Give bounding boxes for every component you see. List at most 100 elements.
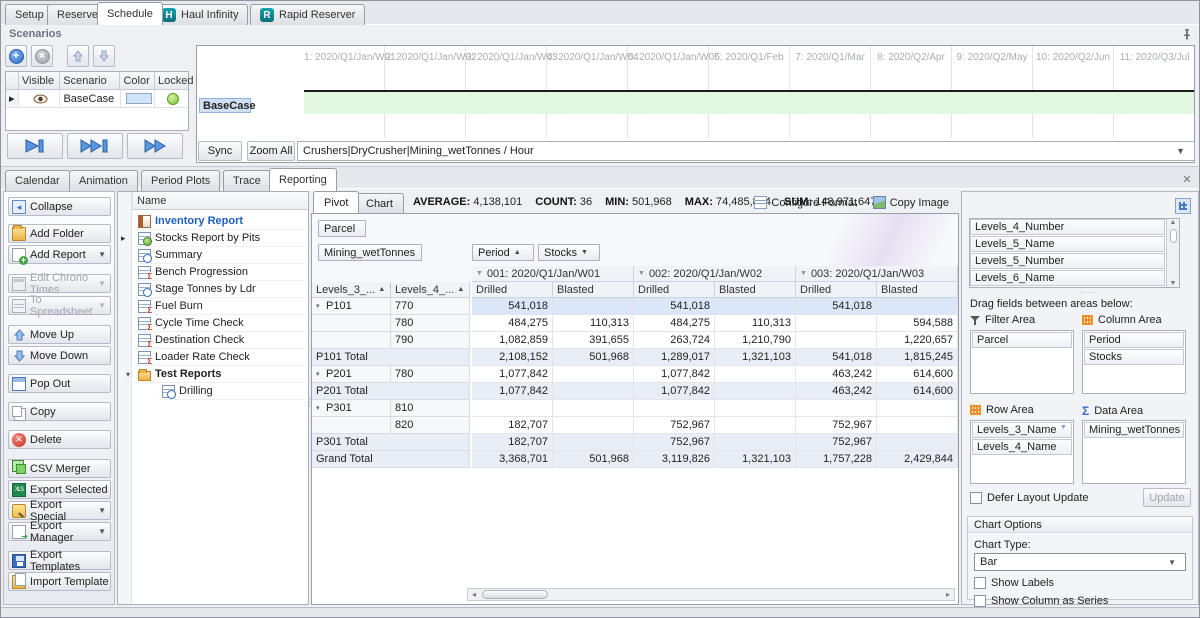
column-area-box[interactable]: Period Stocks [1082, 330, 1186, 394]
move-down-button[interactable]: Move Down [8, 346, 111, 365]
pivot-cell[interactable] [715, 417, 796, 434]
pin-icon[interactable] [1181, 28, 1193, 40]
subcolumn-blasted[interactable]: Blasted [715, 282, 796, 298]
pivot-cell[interactable]: 110,313 [553, 315, 634, 332]
tree-item-stage-tonnes[interactable]: Stage Tonnes by Ldr [134, 281, 306, 298]
row-header-l4[interactable]: 820 [391, 417, 470, 434]
delete-button[interactable]: ✕Delete [8, 430, 111, 449]
period-header[interactable]: 11: 2020/Q3/Jul [1114, 52, 1194, 63]
export-special-button[interactable]: Export Special▼ [8, 501, 111, 520]
locked-indicator-icon[interactable] [167, 93, 179, 105]
pivot-cell[interactable]: 1,220,657 [877, 332, 958, 349]
row-header-grand-total[interactable]: Grand Total [312, 451, 470, 468]
tree-item-test-reports[interactable]: ▾Test Reports [122, 366, 306, 383]
row-header-l3[interactable] [312, 315, 391, 332]
pivot-cell[interactable]: 752,967 [796, 434, 877, 451]
col-scenario[interactable]: Scenario [60, 72, 120, 90]
scenario-up-button[interactable] [67, 45, 89, 67]
pivot-cell[interactable]: 463,242 [796, 383, 877, 400]
scroll-up-icon[interactable]: ▲ [1170, 219, 1177, 226]
pivot-cell[interactable]: 2,108,152 [472, 349, 553, 366]
tree-item-summary[interactable]: Summary [134, 247, 306, 264]
defer-checkbox[interactable] [970, 492, 982, 504]
pivot-cell[interactable] [877, 434, 958, 451]
row-header-total[interactable]: P301 Total [312, 434, 470, 451]
tab-schedule[interactable]: Schedule [97, 2, 163, 25]
pivot-cell[interactable] [796, 332, 877, 349]
row-field-levels3-header[interactable]: Levels_3_...▲ [312, 282, 391, 298]
scenario-name-cell[interactable]: BaseCase [60, 90, 120, 108]
tab-trace[interactable]: Trace [223, 170, 271, 191]
row-header-l4[interactable]: 780 [391, 315, 470, 332]
tree-item-inventory-report[interactable]: Inventory Report [134, 213, 306, 230]
period-header[interactable]: 8: 2020/Q2/Apr [871, 52, 951, 63]
pivot-cell[interactable]: 1,082,859 [472, 332, 553, 349]
pivot-cell[interactable]: 541,018 [796, 349, 877, 366]
tab-animation[interactable]: Animation [69, 170, 138, 191]
row-header-total[interactable]: P201 Total [312, 383, 470, 400]
pivot-cell[interactable] [553, 417, 634, 434]
pivot-cell[interactable] [877, 298, 958, 315]
row-header-l4[interactable]: 790 [391, 332, 470, 349]
chevron-down-icon[interactable]: ▼ [98, 250, 106, 259]
pivot-cell[interactable]: 614,600 [877, 366, 958, 383]
pivot-cell[interactable] [715, 366, 796, 383]
to-spreadsheet-button[interactable]: To Spreadsheet▼ [8, 296, 111, 315]
pivot-cell[interactable]: 484,275 [472, 315, 553, 332]
row-header-l3[interactable]: ▾P101 [312, 298, 391, 315]
scroll-down-icon[interactable]: ▼ [1170, 280, 1177, 287]
row-header-l4[interactable]: 810 [391, 400, 470, 417]
color-cell[interactable] [121, 90, 156, 108]
filter-icon[interactable] [1060, 426, 1069, 434]
period-header[interactable]: 7: 2020/Q1/Mar [790, 52, 870, 63]
import-template-button[interactable]: Import Template [8, 572, 111, 591]
pivot-cell[interactable]: 1,289,017 [634, 349, 715, 366]
pivot-cell[interactable] [553, 298, 634, 315]
period-header[interactable]: 2: 2020/Q1/Jan/W02 [385, 52, 465, 63]
pivot-cell[interactable] [715, 400, 796, 417]
pivot-cell[interactable]: 752,967 [796, 417, 877, 434]
pivot-cell[interactable]: 3,368,701 [472, 451, 553, 468]
subcolumn-blasted[interactable]: Blasted [877, 282, 958, 298]
chart-type-select[interactable]: Bar ▼ [974, 553, 1186, 571]
show-labels-option[interactable]: Show Labels [974, 577, 1054, 589]
tab-haul-infinity[interactable]: H Haul Infinity [152, 4, 248, 25]
area-field-mining-wettonnes[interactable]: Mining_wetTonnes [1084, 422, 1184, 438]
add-report-button[interactable]: Add Report▼ [8, 245, 111, 264]
pivot-cell[interactable]: 541,018 [634, 298, 715, 315]
vertical-scrollbar[interactable]: ▲▼ [1166, 219, 1179, 287]
pivot-cell[interactable]: 2,429,844 [877, 451, 958, 468]
series-combobox[interactable]: Crushers|DryCrusher|Mining_wetTonnes / H… [297, 141, 1195, 161]
pivot-cell[interactable]: 110,313 [715, 315, 796, 332]
pivot-cell[interactable]: 594,588 [877, 315, 958, 332]
pivot-cell[interactable]: 752,967 [634, 434, 715, 451]
pivot-cell[interactable]: 182,707 [472, 434, 553, 451]
period-header[interactable]: 6: 2020/Q1/Feb [709, 52, 789, 63]
row-header-l3[interactable] [312, 417, 391, 434]
pivot-cell[interactable] [553, 366, 634, 383]
delete-scenario-button[interactable]: × [31, 45, 53, 67]
export-manager-button[interactable]: Export Manager▼ [8, 522, 111, 541]
row-header-l4[interactable]: 770 [391, 298, 470, 315]
tab-period-plots[interactable]: Period Plots [141, 170, 220, 191]
col-color[interactable]: Color [120, 72, 155, 90]
color-swatch[interactable] [126, 93, 152, 104]
pivot-cell[interactable]: 752,967 [634, 417, 715, 434]
pivot-cell[interactable] [472, 400, 553, 417]
add-folder-button[interactable]: Add Folder [8, 224, 111, 243]
resize-handle[interactable]: ····· [1080, 288, 1098, 297]
field-item[interactable]: Levels_5_Name [970, 236, 1165, 252]
field-item[interactable]: Levels_4_Number [970, 219, 1165, 235]
period-header[interactable]: 3: 2020/Q1/Jan/W03 [466, 52, 546, 63]
add-scenario-button[interactable]: + [5, 45, 27, 67]
scenario-row[interactable]: ▸ BaseCase [6, 90, 188, 108]
pivot-cell[interactable]: 1,077,842 [472, 383, 553, 400]
expander-icon[interactable]: ▾ [316, 302, 323, 310]
zoom-all-button[interactable]: Zoom All [247, 141, 295, 161]
collapse-button[interactable]: ◂Collapse [8, 197, 111, 216]
area-field-parcel[interactable]: Parcel [972, 332, 1072, 348]
filter-area-box[interactable]: Parcel [970, 330, 1074, 394]
pivot-cell[interactable]: 1,815,245 [877, 349, 958, 366]
row-area-box[interactable]: Levels_3_Name Levels_4_Name [970, 420, 1074, 484]
chevron-down-icon[interactable]: ▼ [1168, 558, 1176, 567]
